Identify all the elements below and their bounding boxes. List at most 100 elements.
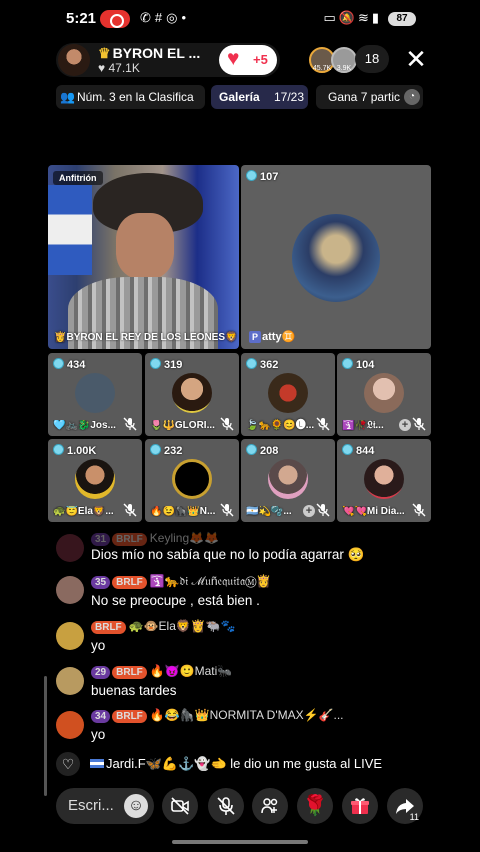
host-likes-count: 47.1K [108,61,140,75]
guest-name: 🔥😉🦍👑N... [150,506,216,517]
guest-name: 🇦🇷💫🫧... [246,506,292,517]
gallery-label: Galería [219,90,260,104]
close-icon[interactable]: ✕ [403,46,429,72]
guest-name: 🌷🔱GLORI... [150,420,215,431]
coin-icon [150,444,161,455]
chat-message[interactable]: 35 BRLF 🛐🐆𝔡𝔦 ℳ𝔲ñ𝔢𝔮𝔲𝔦𝔱𝔞Ⓜ👸 No se preocupe , … [56,574,426,610]
mic-off-icon [316,503,330,517]
host-video-tile[interactable]: Anfitrión 👸BYRON EL REY DE LOS LEONES🦁 [48,165,239,349]
guest-name: 💘💘Mi Dia... [342,506,405,517]
follow-button[interactable]: ♥ +5 [219,45,277,75]
spinner-icon: ◔ [404,89,420,105]
like-username[interactable]: Jardi.F🦋💪⚓👻🫲 [106,756,227,771]
guest-avatar [292,214,380,302]
coin-icon [150,358,161,369]
host-face [116,213,174,279]
top-viewers[interactable]: 45.7K 3.9K [309,47,357,73]
coin-icon [53,444,64,455]
smiley-icon[interactable]: ☺ [124,794,148,818]
viewer-avatar-label: 3.9K [336,65,352,72]
level-badge: 35 [91,576,111,589]
chat-avatar[interactable] [56,576,84,604]
win-chip-label: Gana 7 partic [328,90,401,104]
guest-tile-large[interactable]: 107 Patty♊ [241,165,431,349]
guest-tile[interactable]: 104 🛐🥀𝔏𝔦... + [337,353,431,436]
guest-tile[interactable]: 844 💘💘Mi Dia... [337,439,431,522]
fan-badge: BRLF [91,621,126,634]
chat-scrollbar[interactable] [44,676,47,796]
guest-name: 🩵🚲🐉Jos... [53,420,116,431]
rank-chip[interactable]: 👥 Núm. 3 en la Clasifica [56,85,205,109]
chat-username[interactable]: 🔥😈🙂Mati🐜 [150,664,232,678]
level-badge: 29 [91,666,111,679]
chat-avatar[interactable] [56,534,84,562]
guest-tile[interactable]: 208 🇦🇷💫🫧... + [241,439,335,522]
guests-button[interactable] [252,788,288,824]
guest-coin-count: 232 [150,444,182,457]
chat-avatar[interactable] [56,622,84,650]
guest-name: 🐢😇Ela🦁... [53,506,114,517]
guest-coin-count: 844 [342,444,374,457]
guest-name-tag: P [249,331,261,343]
notification-icon: ✆#◎• [140,10,191,25]
home-indicator[interactable] [172,840,308,844]
chat-meta: 31 BRLF Keyling🦊🦊 [91,531,219,546]
chat-username[interactable]: 🛐🐆𝔡𝔦 ℳ𝔲ñ𝔢𝔮𝔲𝔦𝔱𝔞Ⓜ👸 [150,574,272,588]
guest-name-text: atty [262,331,282,343]
win-chip[interactable]: Gana 7 partic ◔ [316,85,423,109]
guest-avatar [364,373,404,413]
camera-off-button[interactable] [162,788,198,824]
chat-message[interactable]: 29 BRLF 🔥😈🙂Mati🐜 buenas tardes [56,664,426,700]
guest-coin-value: 319 [164,359,183,371]
chat-username[interactable]: 🔥😂🦍👑NORMITA D'MAX⚡🎸... [150,708,344,722]
guest-coin-value: 1.00K [67,445,97,457]
status-bar: 5:21 ✆#◎• ▭🔕≋▮ 87 [0,0,480,38]
flag-icon [90,759,104,768]
guest-tile[interactable]: 319 🌷🔱GLORI... [145,353,239,436]
guest-tile[interactable]: 434 🩵🚲🐉Jos... [48,353,142,436]
level-badge: 31 [91,533,111,546]
chat-avatar[interactable] [56,711,84,739]
guest-avatar [268,459,308,499]
guest-coin-count: 1.00K [53,444,96,457]
viewer-avatar[interactable]: 3.9K [331,47,357,73]
coin-icon [342,444,353,455]
add-icon[interactable]: + [303,505,315,517]
viewer-count[interactable]: 18 [355,45,389,73]
mic-off-icon [123,417,137,431]
guest-name-suffix: ♊ [281,331,296,343]
guest-avatar [268,373,308,413]
guest-coin-value: 104 [356,359,375,371]
gallery-chip[interactable]: Galería 17/23 [211,85,308,109]
like-notification: ♡ Jardi.F🦋💪⚓👻🫲 le dio un me gusta al LIV… [56,752,426,776]
chat-username[interactable]: 🐢🐵Ela🦁👸🐃🐾 [129,619,236,633]
chat-message[interactable]: BRLF 🐢🐵Ela🦁👸🐃🐾 yo [56,619,426,655]
guest-tile[interactable]: 232 🔥😉🦍👑N... [145,439,239,522]
mic-off-button[interactable] [208,788,244,824]
rose-button[interactable]: 🌹 [297,788,333,824]
add-icon[interactable]: + [399,419,411,431]
viewer-avatar-label: 45.7K [312,65,332,72]
chat-username[interactable]: Keyling🦊🦊 [150,531,219,545]
recording-indicator-icon [100,10,130,28]
guest-tile[interactable]: 362 🍃🐆🌻😊🅛... [241,353,335,436]
mic-off-icon [123,503,137,517]
comment-input[interactable]: Escri... ☺ [56,788,154,824]
chat-meta: 34 BRLF 🔥😂🦍👑NORMITA D'MAX⚡🎸... [91,708,344,723]
gift-button[interactable] [342,788,378,824]
guest-name: Patty♊ [249,330,295,343]
coin-icon [342,358,353,369]
heart-icon[interactable]: ♡ [56,752,80,776]
status-time: 5:21 [66,10,97,27]
share-button[interactable]: 11 [387,788,423,824]
guest-avatar [75,459,115,499]
guest-coin-count: 208 [246,444,278,457]
host-avatar[interactable] [58,44,90,76]
host-profile-card[interactable]: ♛ BYRON EL ... ♥ 47.1K ♥ +5 [56,43,280,77]
guest-tile[interactable]: 1.00K 🐢😇Ela🦁... [48,439,142,522]
fan-badge: BRLF [112,710,147,723]
fan-badge: BRLF [112,576,147,589]
chat-avatar[interactable] [56,667,84,695]
comment-placeholder: Escri... [68,797,114,814]
chat-message[interactable]: 34 BRLF 🔥😂🦍👑NORMITA D'MAX⚡🎸... yo [56,708,426,744]
